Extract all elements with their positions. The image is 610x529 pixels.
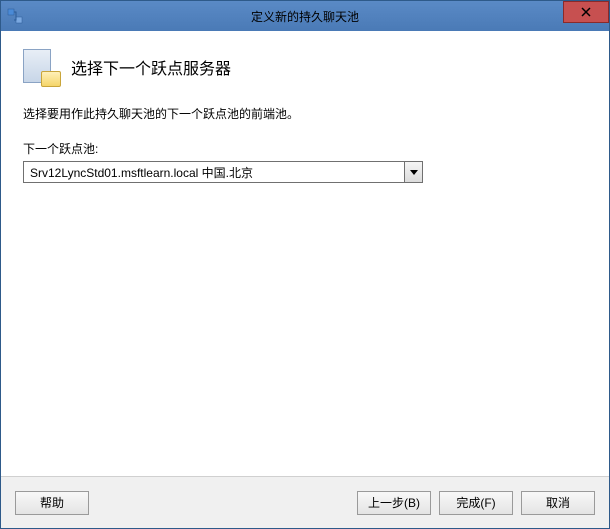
wizard-window: 定义新的持久聊天池 选择下一个跃点服务器 选择要用作此持久聊天池的下一个跃点池的…	[0, 0, 610, 529]
next-hop-pool-dropdown[interactable]: Srv12LyncStd01.msftlearn.local 中国.北京	[23, 161, 423, 183]
dropdown-label: 下一个跃点池:	[23, 140, 587, 157]
close-button[interactable]	[563, 1, 609, 23]
footer-bar: 帮助 上一步(B) 完成(F) 取消	[1, 476, 609, 528]
titlebar: 定义新的持久聊天池	[1, 1, 609, 31]
close-icon	[581, 7, 591, 17]
dropdown-arrow	[404, 162, 422, 182]
page-icon	[23, 49, 59, 85]
content-area: 选择下一个跃点服务器 选择要用作此持久聊天池的下一个跃点池的前端池。 下一个跃点…	[1, 31, 609, 476]
chevron-down-icon	[410, 170, 418, 175]
page-header: 选择下一个跃点服务器	[23, 49, 587, 85]
finish-button[interactable]: 完成(F)	[439, 491, 513, 515]
dropdown-selected-value: Srv12LyncStd01.msftlearn.local 中国.北京	[24, 164, 404, 181]
page-title: 选择下一个跃点服务器	[71, 55, 231, 79]
back-button[interactable]: 上一步(B)	[357, 491, 431, 515]
window-title: 定义新的持久聊天池	[1, 8, 609, 25]
description-text: 选择要用作此持久聊天池的下一个跃点池的前端池。	[23, 105, 587, 122]
cancel-button[interactable]: 取消	[521, 491, 595, 515]
help-button[interactable]: 帮助	[15, 491, 89, 515]
app-icon	[7, 8, 23, 24]
